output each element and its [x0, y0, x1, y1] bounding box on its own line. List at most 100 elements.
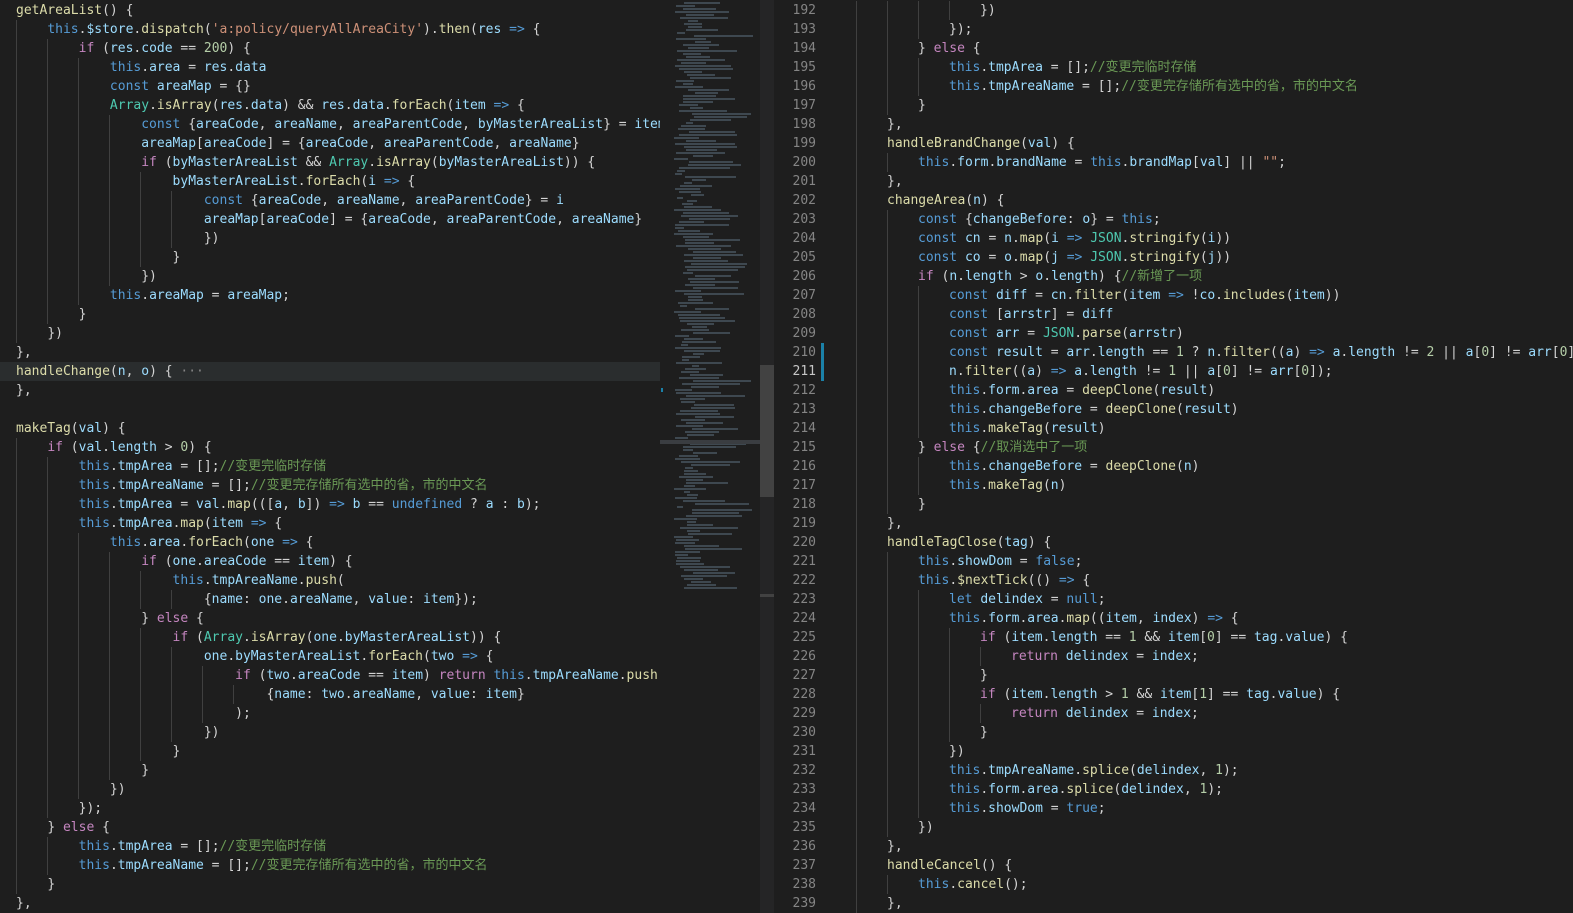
- code-line[interactable]: 201},: [774, 172, 1573, 191]
- code-line[interactable]: }: [0, 761, 660, 780]
- code-line[interactable]: 236},: [774, 837, 1573, 856]
- code-line[interactable]: this.tmpArea.map(item => {: [0, 514, 660, 533]
- code-line[interactable]: 205 const co = o.map(j => JSON.stringify(…: [774, 248, 1573, 267]
- code-line[interactable]: }): [0, 324, 660, 343]
- scrollbar-thumb[interactable]: [760, 365, 774, 497]
- code-line[interactable]: 225 if (item.length == 1 && item[0] == ta…: [774, 628, 1573, 647]
- code-line[interactable]: },: [0, 343, 660, 362]
- code-line[interactable]: if (one.areaCode == item) {: [0, 552, 660, 571]
- code-line[interactable]: 208 const [arrstr] = diff: [774, 305, 1573, 324]
- code-line[interactable]: 239},: [774, 894, 1573, 913]
- code-line[interactable]: } else {: [0, 818, 660, 837]
- code-line[interactable]: 227}: [774, 666, 1573, 685]
- code-line[interactable]: 230}: [774, 723, 1573, 742]
- code-line[interactable]: 202 changeArea(n) {: [774, 191, 1573, 210]
- code-line[interactable]: getAreaList() {: [0, 1, 660, 20]
- code-line[interactable]: 197}: [774, 96, 1573, 115]
- code-line[interactable]: 204 const cn = n.map(i => JSON.stringify(…: [774, 229, 1573, 248]
- code-line[interactable]: const {areaCode, areaName, areaParentCod…: [0, 115, 660, 134]
- code-line[interactable]: 221 this.showDom = false;: [774, 552, 1573, 571]
- code-line[interactable]: byMasterAreaList.forEach(i => {: [0, 172, 660, 191]
- code-line[interactable]: } else {: [0, 609, 660, 628]
- code-line[interactable]: 200 this.form.brandName = this.brandMap[v…: [774, 153, 1573, 172]
- code-line[interactable]: 203 const {changeBefore: o} = this;: [774, 210, 1573, 229]
- code-line[interactable]: 238 this.cancel();: [774, 875, 1573, 894]
- code-line[interactable]: 210 const result = arr.length == 1 ? n.fi…: [774, 343, 1573, 362]
- code-line[interactable]: 193});: [774, 20, 1573, 39]
- left-code-lines[interactable]: getAreaList() { this.$store.dispatch('a:…: [0, 1, 660, 913]
- code-line[interactable]: 196 this.tmpAreaName = [];//变更完存储所有选中的省，市…: [774, 77, 1573, 96]
- code-line[interactable]: areaMap[areaCode] = {areaCode, areaParen…: [0, 134, 660, 153]
- code-line[interactable]: 234 this.showDom = true;: [774, 799, 1573, 818]
- code-line[interactable]: this.tmpAreaName.push(: [0, 571, 660, 590]
- code-line[interactable]: },: [0, 894, 660, 913]
- code-line[interactable]: }: [0, 305, 660, 324]
- code-line[interactable]: 218}: [774, 495, 1573, 514]
- code-line[interactable]: 228 if (item.length > 1 && item[1] == tag…: [774, 685, 1573, 704]
- code-line[interactable]: 198},: [774, 115, 1573, 134]
- code-line[interactable]: }: [0, 248, 660, 267]
- code-line[interactable]: }): [0, 780, 660, 799]
- code-line[interactable]: if (Array.isArray(one.byMasterAreaList))…: [0, 628, 660, 647]
- code-line[interactable]: this.$store.dispatch('a:policy/queryAllA…: [0, 20, 660, 39]
- code-line[interactable]: 195 this.tmpArea = [];//变更完临时存储: [774, 58, 1573, 77]
- code-line[interactable]: [0, 400, 660, 419]
- code-line[interactable]: 229 return delindex = index;: [774, 704, 1573, 723]
- code-line[interactable]: this.tmpAreaName = [];//变更完存储所有选中的省，市的中文…: [0, 856, 660, 875]
- left-editor-pane[interactable]: getAreaList() { this.$store.dispatch('a:…: [0, 0, 660, 913]
- code-line[interactable]: });: [0, 799, 660, 818]
- code-line[interactable]: 231}): [774, 742, 1573, 761]
- code-line[interactable]: this.tmpArea = [];//变更完临时存储: [0, 837, 660, 856]
- code-line[interactable]: }): [0, 229, 660, 248]
- code-line[interactable]: 215} else {//取消选中了一项: [774, 438, 1573, 457]
- right-editor-pane[interactable]: 192}) 193}); 194} else {195 this.tmpArea = …: [774, 0, 1573, 913]
- code-line[interactable]: if (res.code == 200) {: [0, 39, 660, 58]
- code-line[interactable]: this.area = res.data: [0, 58, 660, 77]
- code-line[interactable]: 220 handleTagClose(tag) {: [774, 533, 1573, 552]
- code-line[interactable]: 207 const diff = cn.filter(item => !co.in…: [774, 286, 1573, 305]
- minimap-viewport[interactable]: [660, 440, 760, 444]
- code-line[interactable]: if (val.length > 0) {: [0, 438, 660, 457]
- code-line[interactable]: 211 n.filter((a) => a.length != 1 || a[0]…: [774, 362, 1573, 381]
- code-line[interactable]: 223 let delindex = null;: [774, 590, 1573, 609]
- code-line[interactable]: 222 this.$nextTick(() => {: [774, 571, 1573, 590]
- code-line[interactable]: );: [0, 704, 660, 723]
- minimap[interactable]: [660, 0, 760, 913]
- code-line[interactable]: if (two.areaCode == item) return this.tm…: [0, 666, 660, 685]
- code-line[interactable]: this.tmpAreaName = [];//变更完存储所有选中的省，市的中文…: [0, 476, 660, 495]
- code-line[interactable]: 214 this.makeTag(result): [774, 419, 1573, 438]
- code-line[interactable]: 217 this.makeTag(n): [774, 476, 1573, 495]
- code-line[interactable]: 194} else {: [774, 39, 1573, 58]
- code-line[interactable]: one.byMasterAreaList.forEach(two => {: [0, 647, 660, 666]
- code-line[interactable]: Array.isArray(res.data) && res.data.forE…: [0, 96, 660, 115]
- code-line[interactable]: 192}): [774, 1, 1573, 20]
- code-line[interactable]: this.tmpArea = val.map(([a, b]) => b == …: [0, 495, 660, 514]
- right-code-lines[interactable]: 192}) 193}); 194} else {195 this.tmpArea = …: [774, 1, 1573, 913]
- code-line[interactable]: if (byMasterAreaList && Array.isArray(by…: [0, 153, 660, 172]
- code-line[interactable]: this.area.forEach(one => {: [0, 533, 660, 552]
- code-line[interactable]: 206 if (n.length > o.length) {//新增了一项: [774, 267, 1573, 286]
- code-line[interactable]: 233 this.form.area.splice(delindex, 1);: [774, 780, 1573, 799]
- code-line[interactable]: 219},: [774, 514, 1573, 533]
- code-line[interactable]: 216 this.changeBefore = deepClone(n): [774, 457, 1573, 476]
- code-line[interactable]: },: [0, 381, 660, 400]
- code-line[interactable]: {name: one.areaName, value: item});: [0, 590, 660, 609]
- code-line[interactable]: const areaMap = {}: [0, 77, 660, 96]
- editor-scrollbar[interactable]: [760, 0, 774, 913]
- code-line[interactable]: 232 this.tmpAreaName.splice(delindex, 1);: [774, 761, 1573, 780]
- code-line[interactable]: 212 this.form.area = deepClone(result): [774, 381, 1573, 400]
- code-line[interactable]: }): [0, 723, 660, 742]
- code-line[interactable]: }): [0, 267, 660, 286]
- code-line[interactable]: }: [0, 875, 660, 894]
- code-line[interactable]: 209 const arr = JSON.parse(arrstr): [774, 324, 1573, 343]
- code-line[interactable]: 199 handleBrandChange(val) {: [774, 134, 1573, 153]
- code-line[interactable]: areaMap[areaCode] = {areaCode, areaParen…: [0, 210, 660, 229]
- code-line[interactable]: this.areaMap = areaMap;: [0, 286, 660, 305]
- code-line[interactable]: handleChange(n, o) { ···: [0, 362, 660, 381]
- code-line[interactable]: const {areaCode, areaName, areaParentCod…: [0, 191, 660, 210]
- code-line[interactable]: 235}): [774, 818, 1573, 837]
- code-line[interactable]: makeTag(val) {: [0, 419, 660, 438]
- code-line[interactable]: 237 handleCancel() {: [774, 856, 1573, 875]
- code-line[interactable]: 224 this.form.area.map((item, index) => {: [774, 609, 1573, 628]
- code-line[interactable]: 226 return delindex = index;: [774, 647, 1573, 666]
